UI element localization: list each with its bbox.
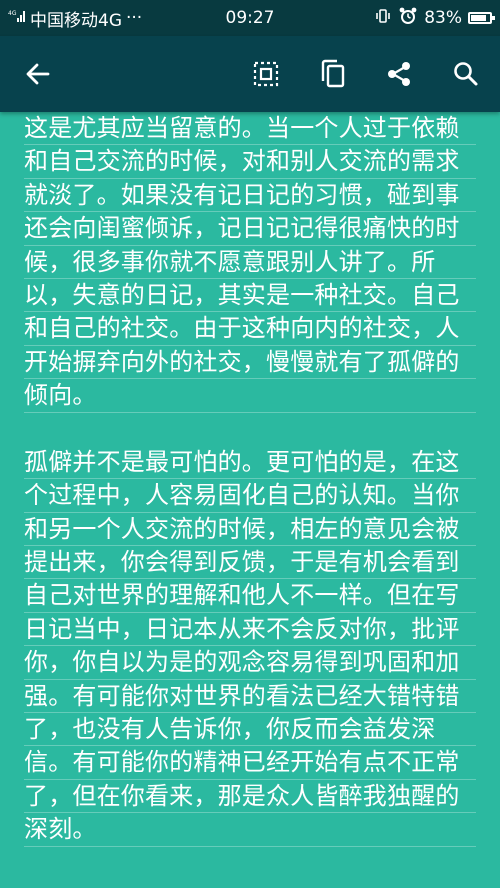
select-all-button[interactable] bbox=[246, 54, 286, 94]
text-line: 日记当中，日记本从来不会反对你，批评 bbox=[0, 613, 500, 647]
article-body[interactable]: 这是尤其应当留意的。当一个人过于依赖 和自己交流的时候，对和别人交流的需求 就淡… bbox=[0, 112, 500, 888]
text-line: 了，也没有人告诉你，你反而会益发深 bbox=[0, 713, 500, 747]
text-line: 和另一个人交流的时候，相左的意见会被 bbox=[0, 513, 500, 547]
copy-button[interactable] bbox=[313, 54, 353, 94]
battery-percent: 83% bbox=[424, 8, 462, 28]
text-line: 还会向闺蜜倾诉，记日记记得很痛快的时 bbox=[0, 212, 500, 246]
copy-icon bbox=[321, 59, 345, 88]
status-bar: 4G 中国移动4G ··· 09:27 83% bbox=[0, 0, 500, 36]
text-line: 个过程中，人容易固化自己的认知。当你 bbox=[0, 479, 500, 514]
text-line: 强。有可能你对世界的看法已经大错特错 bbox=[0, 680, 500, 714]
notification-dots: ··· bbox=[126, 8, 143, 28]
text-line: 开始摒弃向外的社交，慢慢就有了孤僻的 bbox=[0, 346, 500, 380]
vibrate-icon bbox=[374, 7, 392, 30]
text-line: 和自己的社交。由于这种向内的社交，人 bbox=[0, 312, 500, 347]
share-button[interactable] bbox=[379, 54, 419, 94]
battery-icon bbox=[468, 12, 495, 24]
battery-level bbox=[471, 15, 486, 21]
text-line: 提出来，你会得到反馈，于是有机会看到 bbox=[0, 546, 500, 580]
text-line: 深刻。 bbox=[0, 813, 500, 847]
back-button[interactable] bbox=[18, 54, 58, 94]
text-line: 以，失意的日记，其实是一种社交。自己 bbox=[0, 279, 500, 313]
status-bar-left: 4G 中国移动4G ··· bbox=[8, 0, 142, 36]
reader-toolbar bbox=[0, 36, 500, 112]
text-line: 和自己交流的时候，对和别人交流的需求 bbox=[0, 145, 500, 180]
text-line: 自己对世界的理解和他人不一样。但在写 bbox=[0, 579, 500, 614]
text-line: 这是尤其应当留意的。当一个人过于依赖 bbox=[0, 112, 500, 146]
clock: 09:27 bbox=[225, 8, 275, 28]
alarm-icon bbox=[398, 6, 418, 31]
text-line: 倾向。 bbox=[0, 379, 500, 413]
arrow-left-icon bbox=[26, 63, 50, 85]
signal-icon: 4G bbox=[8, 8, 26, 28]
search-button[interactable] bbox=[446, 54, 486, 94]
svg-text:4G: 4G bbox=[8, 10, 17, 17]
status-bar-right: 83% bbox=[374, 0, 495, 36]
text-line: 你，你自以为是的观念容易得到巩固和加 bbox=[0, 646, 500, 681]
search-icon bbox=[454, 62, 478, 86]
text-line: 信。有可能你的精神已经开始有点不正常 bbox=[0, 746, 500, 781]
share-icon bbox=[388, 62, 410, 86]
select-all-icon bbox=[253, 61, 279, 87]
carrier-label: 中国移动4G bbox=[30, 10, 122, 31]
text-line: 了，但在你看来，那是众人皆醉我独醒的 bbox=[0, 780, 500, 814]
paragraph-2: 孤僻并不是最可怕的。更可怕的是，在这 个过程中，人容易固化自己的认知。当你 和另… bbox=[0, 446, 500, 847]
text-line: 候，很多事你就不愿意跟别人讲了。所 bbox=[0, 246, 500, 280]
text-line: 就淡了。如果没有记日记的习惯，碰到事 bbox=[0, 179, 500, 213]
paragraph-1: 这是尤其应当留意的。当一个人过于依赖 和自己交流的时候，对和别人交流的需求 就淡… bbox=[0, 112, 500, 413]
text-line: 孤僻并不是最可怕的。更可怕的是，在这 bbox=[0, 446, 500, 480]
